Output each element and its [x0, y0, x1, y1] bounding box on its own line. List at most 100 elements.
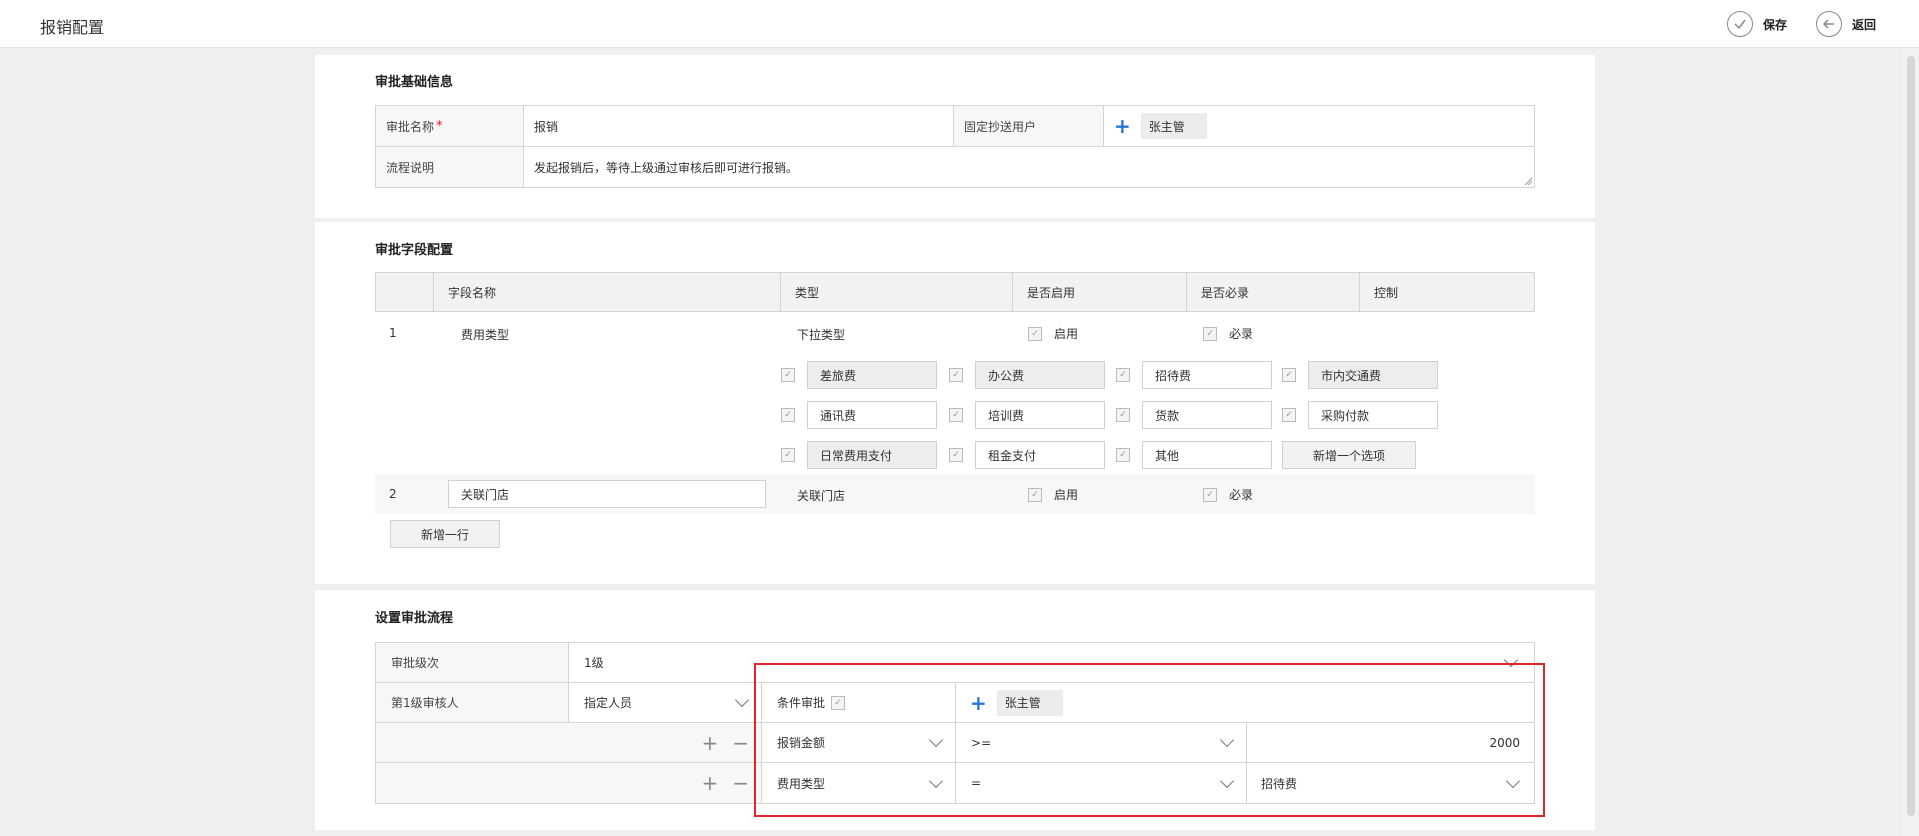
condition-approval-checkbox[interactable]: ✓	[831, 695, 846, 710]
condition-operator-select[interactable]: >=	[956, 723, 1247, 762]
back-button[interactable]: 返回	[1816, 11, 1876, 37]
row2-field-name-input[interactable]: 关联门店	[448, 480, 766, 508]
option-input[interactable]: 租金支付	[975, 441, 1105, 469]
level-select[interactable]: 1级	[569, 643, 1534, 682]
option-checkbox[interactable]: ✓	[781, 408, 795, 422]
chevron-down-icon	[1503, 652, 1519, 668]
chevron-down-icon	[1505, 773, 1521, 788]
row1-type: 下拉类型	[797, 328, 846, 342]
chevron-down-icon	[734, 692, 750, 708]
name-label-cell: 审批名称 *	[376, 106, 524, 146]
condition-value-select[interactable]: 招待费	[1247, 763, 1534, 803]
approval-flow-heading: 设置审批流程	[375, 611, 454, 626]
col-index	[376, 273, 434, 311]
option-checkbox[interactable]: ✓	[1116, 448, 1130, 462]
minus-icon[interactable]: −	[732, 733, 749, 753]
add-cc-user-icon[interactable]: +	[1114, 116, 1131, 136]
option-checkbox[interactable]: ✓	[1282, 368, 1296, 382]
option-item: ✓ 办公费	[949, 361, 1105, 389]
row1-enabled-checkbox[interactable]: ✓ 启用	[1028, 325, 1078, 342]
row1-required-label: 必录	[1229, 327, 1254, 341]
col-required: 是否必录	[1187, 273, 1360, 311]
condition-approval-cell: 条件审批 ✓	[762, 683, 956, 722]
condition-row: + − 费用类型 = 招待费	[376, 763, 1534, 803]
add-condition-user-icon[interactable]: +	[970, 693, 987, 713]
level-label-cell: 审批级次	[376, 643, 569, 682]
name-input[interactable]: 报销	[524, 106, 954, 146]
condition-row-controls: + −	[376, 763, 762, 803]
col-enabled: 是否启用	[1013, 273, 1187, 311]
row2-enabled-checkbox[interactable]: ✓ 启用	[1028, 486, 1078, 503]
info-row-desc: 流程说明 发起报销后，等待上级通过审核后即可进行报销。	[376, 147, 1534, 187]
row2-required-label: 必录	[1229, 488, 1254, 502]
resize-handle-icon[interactable]	[1524, 177, 1532, 185]
option-input[interactable]: 招待费	[1142, 361, 1272, 389]
option-checkbox[interactable]: ✓	[949, 448, 963, 462]
reviewer-type-select[interactable]: 指定人员	[569, 683, 762, 722]
row1-index: 1	[389, 326, 397, 340]
option-input[interactable]: 市内交通费	[1308, 361, 1438, 389]
add-row-button[interactable]: 新增一行	[390, 520, 500, 548]
option-checkbox[interactable]: ✓	[949, 408, 963, 422]
option-checkbox[interactable]: ✓	[1116, 408, 1130, 422]
row2-required-checkbox[interactable]: ✓ 必录	[1203, 486, 1253, 503]
option-checkbox[interactable]: ✓	[781, 368, 795, 382]
plus-icon[interactable]: +	[701, 733, 718, 753]
reviewer-type-value: 指定人员	[584, 696, 633, 710]
back-label: 返回	[1852, 17, 1877, 32]
desc-label-cell: 流程说明	[376, 147, 524, 187]
option-checkbox[interactable]: ✓	[1282, 408, 1296, 422]
col-control: 控制	[1374, 285, 1399, 300]
desc-textarea[interactable]: 发起报销后，等待上级通过审核后即可进行报销。	[524, 147, 1534, 187]
option-input[interactable]: 采购付款	[1308, 401, 1438, 429]
option-input[interactable]: 其他	[1142, 441, 1272, 469]
condition-user-tag[interactable]: 张主管	[996, 689, 1063, 716]
field-config-table: 字段名称 类型 是否启用 是否必录 控制	[375, 272, 1535, 312]
condition-operator-value: =	[971, 776, 982, 790]
option-input[interactable]: 货款	[1142, 401, 1272, 429]
flow-row-reviewer: 第1级审核人 指定人员 条件审批 ✓ + 张主管	[376, 683, 1534, 723]
name-label: 审批名称	[386, 119, 435, 134]
reviewer-label-cell: 第1级审核人	[376, 683, 569, 722]
option-item: ✓ 培训费	[949, 401, 1105, 429]
col-type: 类型	[781, 273, 1013, 311]
add-option-button[interactable]: 新增一个选项	[1282, 441, 1416, 469]
option-checkbox[interactable]: ✓	[781, 448, 795, 462]
plus-icon[interactable]: +	[701, 773, 718, 793]
row1-enabled-label: 启用	[1054, 327, 1079, 341]
option-input[interactable]: 日常费用支付	[807, 441, 937, 469]
condition-value-input[interactable]: 2000	[1247, 723, 1534, 762]
condition-operator-value: >=	[971, 735, 992, 750]
condition-operator-select[interactable]: =	[956, 763, 1247, 803]
option-checkbox[interactable]: ✓	[1116, 368, 1130, 382]
row1-required-checkbox[interactable]: ✓ 必录	[1203, 325, 1253, 342]
save-button[interactable]: 保存	[1727, 11, 1787, 37]
option-item: ✓ 日常费用支付	[781, 441, 937, 469]
option-item: ✓ 差旅费	[781, 361, 937, 389]
condition-value: 2000	[1489, 735, 1520, 750]
minus-icon[interactable]: −	[732, 773, 749, 793]
cc-users-cell: + 张主管	[1104, 106, 1534, 146]
chevron-down-icon	[928, 773, 944, 788]
option-item: ✓ 市内交通费	[1282, 361, 1438, 389]
option-checkbox[interactable]: ✓	[949, 368, 963, 382]
reviewer-label: 第1级审核人	[391, 696, 459, 710]
col-field-name: 字段名称	[434, 273, 781, 311]
option-input[interactable]: 差旅费	[807, 361, 937, 389]
scrollbar-thumb[interactable]	[1907, 56, 1915, 816]
chevron-down-icon	[928, 732, 944, 748]
cc-user-tag[interactable]: 张主管	[1140, 113, 1207, 139]
basic-info-heading: 审批基础信息	[375, 75, 454, 90]
row2-enabled-label: 启用	[1054, 488, 1079, 502]
option-input[interactable]: 通讯费	[807, 401, 937, 429]
basic-info-table: 审批名称 * 报销 固定抄送用户 + 张主管 流程说明 发起报销后，等待上级通过审…	[375, 105, 1535, 188]
check-icon: ✓	[1203, 326, 1217, 341]
cc-label-cell: 固定抄送用户	[954, 106, 1104, 146]
row1-field-name: 费用类型	[461, 328, 510, 342]
condition-field-select[interactable]: 报销金额	[762, 723, 956, 762]
option-input[interactable]: 培训费	[975, 401, 1105, 429]
option-input[interactable]: 办公费	[975, 361, 1105, 389]
check-icon: ✓	[1028, 326, 1042, 341]
condition-field-select[interactable]: 费用类型	[762, 763, 956, 803]
vertical-scrollbar[interactable]	[1903, 48, 1919, 836]
